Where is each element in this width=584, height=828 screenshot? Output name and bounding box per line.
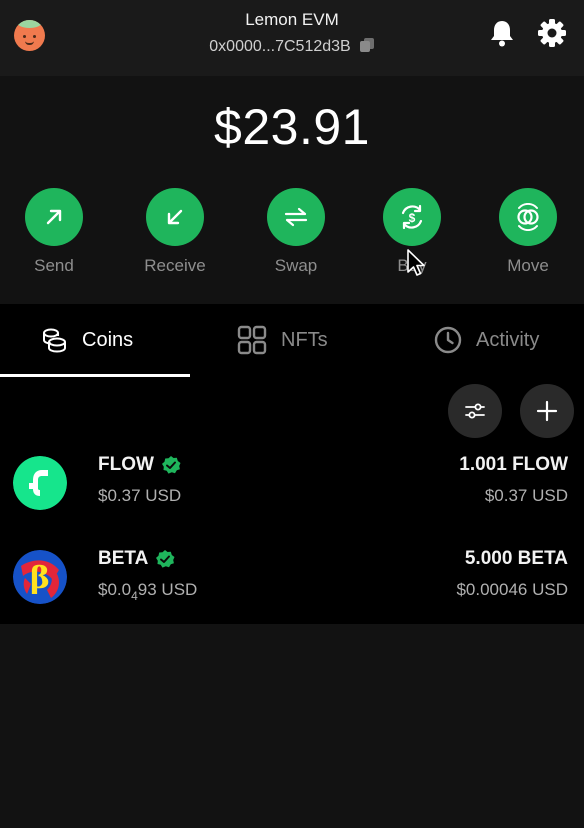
verified-badge-icon bbox=[156, 550, 175, 568]
total-balance: $23.91 bbox=[214, 99, 370, 155]
move-circle[interactable] bbox=[499, 188, 557, 246]
grid-icon bbox=[237, 325, 267, 355]
price-prefix: $0.0 bbox=[98, 580, 132, 599]
move-label: Move bbox=[507, 256, 549, 275]
swap-button[interactable]: Swap bbox=[251, 188, 341, 276]
swap-circle[interactable] bbox=[267, 188, 325, 246]
clock-icon bbox=[434, 326, 462, 354]
active-tab-indicator bbox=[0, 374, 190, 377]
dollar-cycle-icon: $ bbox=[401, 204, 423, 230]
token-row[interactable]: β BETA $0.0493 USD 5.000 BETA $0.00046 U… bbox=[0, 544, 584, 634]
token-unit-price: $0.37 USD bbox=[98, 486, 182, 505]
tab-activity-label: Activity bbox=[476, 328, 540, 351]
gear-icon[interactable] bbox=[537, 18, 567, 48]
move-rings-icon bbox=[517, 203, 539, 231]
token-symbol-text: BETA bbox=[98, 548, 149, 569]
buy-circle[interactable]: $ bbox=[383, 188, 441, 246]
price-suffix: 93 USD bbox=[137, 580, 198, 599]
send-circle[interactable] bbox=[25, 188, 83, 246]
bell-icon[interactable] bbox=[487, 18, 517, 48]
add-token-button[interactable] bbox=[520, 384, 574, 438]
header: Lemon EVM 0x0000...7C512d3B bbox=[0, 0, 584, 76]
mouse-cursor-icon bbox=[407, 249, 425, 276]
receive-circle[interactable] bbox=[146, 188, 204, 246]
send-button[interactable]: Send bbox=[9, 188, 99, 276]
verified-badge-icon bbox=[161, 456, 181, 474]
token-value: $0.00046 USD bbox=[456, 580, 568, 599]
receive-label: Receive bbox=[144, 256, 206, 275]
tab-coins[interactable]: Coins bbox=[40, 304, 133, 376]
assets-panel: Coins NFTs Activity FLOW $0.37 USD 1.001… bbox=[0, 304, 584, 624]
tab-nfts[interactable]: NFTs bbox=[237, 304, 328, 376]
token-value: $0.37 USD bbox=[484, 486, 568, 505]
move-button[interactable]: Move bbox=[483, 188, 573, 276]
arrow-down-left-icon bbox=[167, 209, 183, 225]
svg-text:$: $ bbox=[409, 211, 416, 225]
token-unit-price: $0.0493 USD bbox=[98, 580, 198, 603]
svg-text:β: β bbox=[30, 561, 50, 596]
wallet-address: 0x0000...7C512d3B bbox=[209, 38, 351, 55]
balance-section: $23.91 Send Receive Swap $ Move bbox=[0, 76, 584, 304]
price-zero-count: 4 bbox=[131, 589, 138, 603]
flow-logo-icon bbox=[13, 456, 67, 510]
token-symbol: BETA bbox=[98, 548, 175, 570]
tab-activity[interactable]: Activity bbox=[434, 304, 539, 376]
token-amount: 5.000 BETA bbox=[464, 548, 568, 569]
swap-label: Swap bbox=[274, 256, 318, 275]
copy-icon[interactable] bbox=[359, 37, 375, 53]
token-amount: 1.001 FLOW bbox=[459, 454, 568, 475]
filter-button[interactable] bbox=[448, 384, 502, 438]
token-symbol-text: FLOW bbox=[98, 454, 154, 475]
token-symbol: FLOW bbox=[98, 454, 181, 476]
plus-icon bbox=[536, 400, 558, 422]
tab-nfts-label: NFTs bbox=[281, 328, 328, 351]
beta-logo-icon: β bbox=[13, 550, 67, 604]
swap-arrows-icon bbox=[284, 207, 308, 227]
token-row[interactable]: FLOW $0.37 USD 1.001 FLOW $0.37 USD bbox=[0, 450, 584, 540]
tab-coins-label: Coins bbox=[82, 328, 134, 351]
coins-icon bbox=[43, 328, 66, 353]
arrow-up-right-icon bbox=[46, 209, 62, 225]
send-label: Send bbox=[34, 256, 74, 275]
sliders-icon bbox=[465, 403, 485, 419]
receive-button[interactable]: Receive bbox=[130, 188, 220, 276]
